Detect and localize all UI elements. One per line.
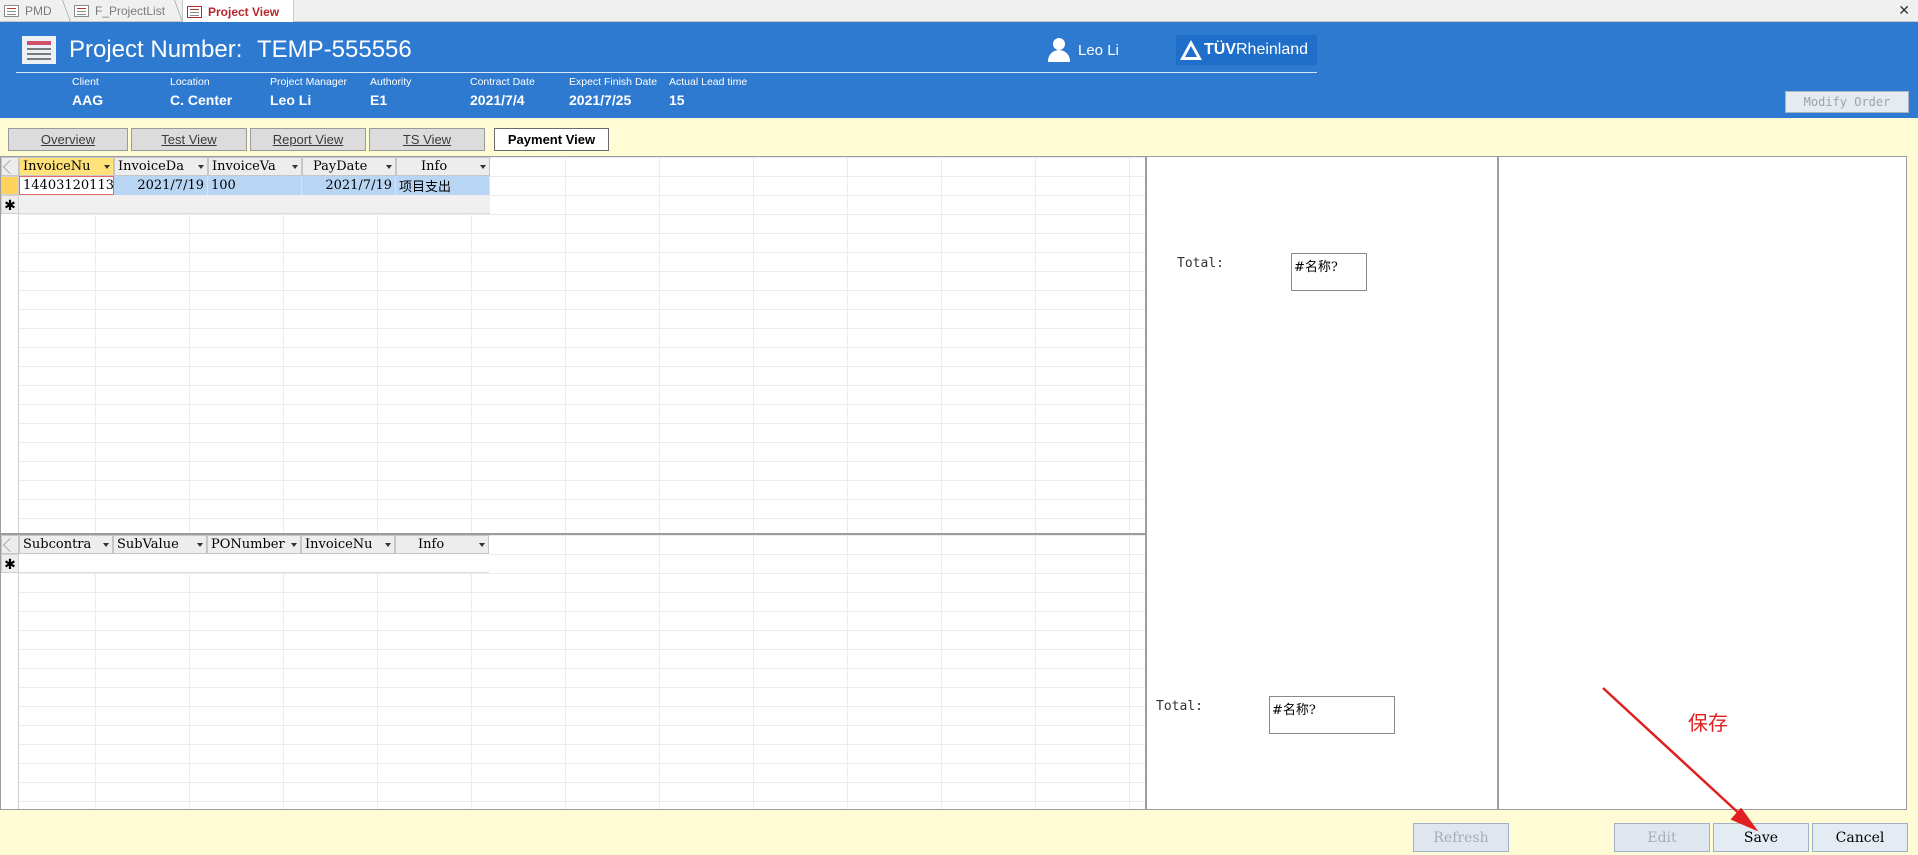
cell-invoice-value[interactable]: 100 — [208, 176, 302, 195]
edit-button[interactable]: Edit — [1614, 823, 1710, 852]
project-number-label: Project Number: — [69, 36, 243, 63]
user-icon — [1047, 38, 1071, 62]
cell-pay-date[interactable]: 2021/7/19 — [302, 176, 396, 195]
logo-wordmark: TÜVRheinland — [1204, 41, 1309, 58]
column-header-subcontra[interactable]: Subcontra — [19, 535, 113, 554]
dropdown-arrow-icon[interactable] — [291, 543, 297, 547]
dropdown-arrow-icon[interactable] — [198, 165, 204, 169]
close-icon[interactable]: ✕ — [1898, 2, 1910, 19]
record-selector-column — [1, 535, 19, 809]
dropdown-arrow-icon[interactable] — [385, 543, 391, 547]
dropdown-arrow-icon[interactable] — [104, 165, 110, 169]
column-header-invoicenu[interactable]: InvoiceNu — [19, 157, 114, 176]
new-record-marker[interactable]: ✱ — [1, 554, 19, 573]
field-project-manager: Project Manager Leo Li — [270, 76, 348, 108]
overview-button[interactable]: Overview — [8, 128, 128, 151]
refresh-button[interactable]: Refresh — [1413, 823, 1509, 852]
totals-panel: Total: #名称? Total: #名称? — [1146, 156, 1498, 810]
invoice-datasheet[interactable]: InvoiceNu InvoiceDa InvoiceVa PayDate In… — [0, 156, 1146, 534]
field-contract-date: Contract Date 2021/7/4 — [470, 76, 535, 108]
column-header-invoiceva[interactable]: InvoiceVa — [208, 157, 302, 176]
header-divider — [16, 72, 1317, 73]
field-expect-finish-date: Expect Finish Date 2021/7/25 — [569, 76, 658, 108]
column-header-subvalue[interactable]: SubValue — [113, 535, 207, 554]
test-view-button[interactable]: Test View — [131, 128, 247, 151]
invoice-total-label: Total: — [1177, 256, 1224, 271]
invoice-total-field: #名称? — [1291, 253, 1367, 291]
modify-order-button[interactable]: Modify Order — [1785, 91, 1909, 113]
document-tab-strip: PMD F_ProjectList Project View ✕ — [0, 0, 1918, 23]
column-header-invoicenu[interactable]: InvoiceNu — [301, 535, 395, 554]
form-icon — [22, 36, 56, 64]
save-button[interactable]: Save — [1713, 823, 1809, 852]
tab-f-projectlist[interactable]: F_ProjectList — [70, 0, 178, 22]
field-authority: Authority E1 — [370, 76, 412, 108]
form-icon — [74, 5, 89, 17]
tab-label: F_ProjectList — [95, 4, 166, 18]
dropdown-arrow-icon[interactable] — [103, 543, 109, 547]
subcontract-total-field: #名称? — [1269, 696, 1395, 734]
dropdown-arrow-icon[interactable] — [197, 543, 203, 547]
ts-view-button[interactable]: TS View — [369, 128, 485, 151]
cell-info[interactable]: 项目支出 — [396, 176, 490, 195]
column-header-ponumber[interactable]: PONumber — [207, 535, 301, 554]
tab-project-view[interactable]: Project View — [182, 0, 294, 23]
cancel-button[interactable]: Cancel — [1812, 823, 1908, 852]
tab-pmd[interactable]: PMD — [0, 0, 64, 22]
triangle-logo-icon — [1179, 39, 1203, 61]
column-header-info[interactable]: Info — [395, 535, 489, 554]
record-selector[interactable] — [1, 176, 19, 195]
dropdown-arrow-icon[interactable] — [292, 165, 298, 169]
report-view-button[interactable]: Report View — [250, 128, 366, 151]
field-location: Location C. Center — [170, 76, 233, 108]
current-user: Leo Li — [1078, 42, 1119, 59]
new-record-marker[interactable]: ✱ — [1, 195, 19, 214]
select-all-corner[interactable] — [1, 157, 19, 176]
subcontract-total-label: Total: — [1156, 699, 1203, 714]
app-root: PMD F_ProjectList Project View ✕ Project… — [0, 0, 1918, 855]
column-header-invoiceda[interactable]: InvoiceDa — [114, 157, 208, 176]
project-number-value: TEMP-555556 — [257, 36, 412, 63]
field-client: Client AAG — [72, 76, 104, 108]
dropdown-arrow-icon[interactable] — [386, 165, 392, 169]
project-header: Project Number: TEMP-555556 Leo Li TÜVRh… — [0, 22, 1918, 118]
column-header-info[interactable]: Info — [396, 157, 490, 176]
cell-invoice-number[interactable]: 14403120113 — [19, 176, 114, 195]
payment-view-button[interactable]: Payment View — [494, 128, 609, 151]
new-record-row[interactable] — [19, 554, 489, 573]
subcontract-datasheet[interactable]: Subcontra SubValue PONumber InvoiceNu In… — [0, 534, 1146, 810]
tab-label: Project View — [208, 4, 280, 19]
new-record-row[interactable] — [19, 195, 490, 214]
dropdown-arrow-icon[interactable] — [480, 165, 486, 169]
form-icon — [187, 5, 202, 18]
select-all-corner[interactable] — [1, 535, 19, 554]
form-icon — [4, 5, 19, 17]
field-actual-lead-time: Actual Lead time 15 — [669, 76, 748, 108]
tuv-rheinland-logo: TÜVRheinland — [1176, 35, 1317, 65]
dropdown-arrow-icon[interactable] — [479, 543, 485, 547]
column-header-paydate[interactable]: PayDate — [302, 157, 396, 176]
cell-invoice-date[interactable]: 2021/7/19 — [114, 176, 208, 195]
tab-label: PMD — [25, 4, 52, 18]
save-annotation-text: 保存 — [1688, 713, 1728, 735]
